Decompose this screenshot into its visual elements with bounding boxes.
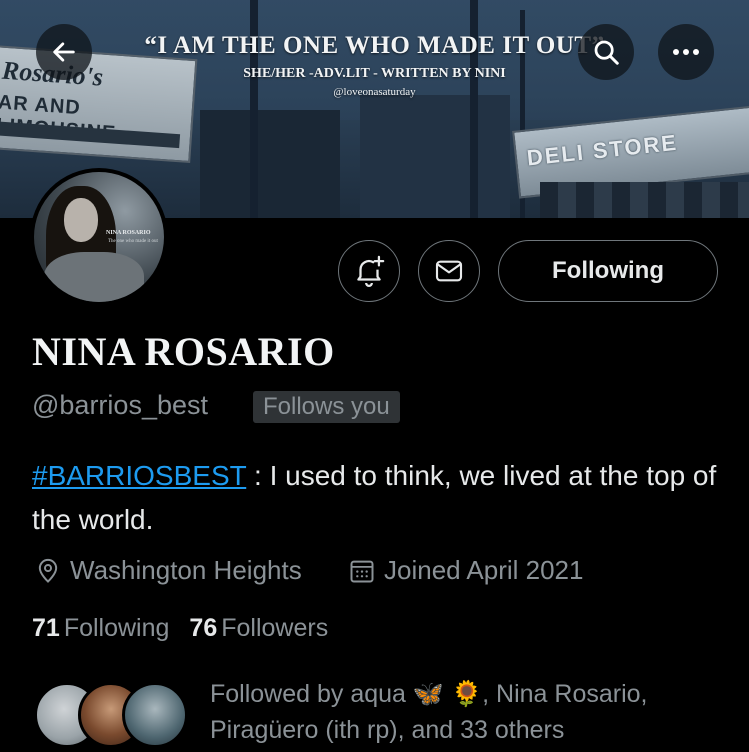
joined-text: Joined April 2021 <box>384 555 584 585</box>
banner-subtitle: SHE/HER -ADV.LIT - WRITTEN BY NINI <box>243 66 506 81</box>
avatar-face <box>64 198 98 242</box>
profile-location: Washington Heights <box>34 555 302 586</box>
butterfly-emoji-icon: 🦋 <box>412 680 445 708</box>
envelope-icon <box>435 260 463 282</box>
avatar-caption-sub: The one who made it out <box>108 239 158 244</box>
avatar-body <box>44 252 144 302</box>
banner-building <box>360 95 510 218</box>
avatar-image: NINA ROSARIO The one who made it out <box>34 172 164 302</box>
avatar-caption: NINA ROSARIO <box>106 230 151 236</box>
calendar-icon <box>350 560 374 582</box>
location-pin-icon <box>38 558 58 583</box>
profile-bio: #BARRIOSBEST : I used to think, we lived… <box>32 454 732 542</box>
following-button[interactable]: Following <box>498 240 718 302</box>
followed-by-text[interactable]: Followed by aqua 🦋 🌻, Nina Rosario, Pira… <box>210 676 730 748</box>
mutual-avatar <box>122 682 188 748</box>
banner-sign-left: Rosario's AR AND LIMOUSINE <box>0 45 198 163</box>
sign-right-text: DELI STORE <box>525 129 680 171</box>
arrow-left-icon <box>53 42 75 62</box>
followed-by-prefix: Followed by aqua <box>210 680 413 708</box>
profile-avatar[interactable]: NINA ROSARIO The one who made it out <box>30 168 168 306</box>
message-button[interactable] <box>418 240 480 302</box>
banner-credit: @loveonasaturday <box>333 86 416 98</box>
following-stat-link[interactable]: 71 Following <box>32 614 169 643</box>
back-button[interactable] <box>36 24 92 80</box>
following-label: Following <box>63 614 170 642</box>
search-icon <box>594 40 619 65</box>
follows-you-badge: Follows you <box>253 391 400 423</box>
more-dots-icon <box>673 49 699 55</box>
bell-plus-icon <box>357 255 385 287</box>
notifications-button[interactable] <box>338 240 400 302</box>
following-count: 71 <box>32 614 60 642</box>
banner-awning <box>540 182 749 218</box>
sunflower-emoji-icon: 🌻 <box>451 680 483 708</box>
banner-title: “I AM THE ONE WHO MADE IT OUT” <box>144 32 605 59</box>
location-text: Washington Heights <box>70 555 302 585</box>
search-button[interactable] <box>578 24 634 80</box>
profile-handle: @barrios_best <box>32 390 208 420</box>
profile-stats: 71 Following 76 Followers <box>32 614 328 643</box>
profile-name: NINA ROSARIO <box>32 329 335 374</box>
more-options-button[interactable] <box>658 24 714 80</box>
followers-stat-link[interactable]: 76 Followers <box>189 614 328 643</box>
banner-building <box>200 110 340 218</box>
followers-count: 76 <box>189 614 218 642</box>
followed-by-avatars[interactable] <box>34 682 194 752</box>
followers-label: Followers <box>221 614 329 642</box>
bio-hashtag-link[interactable]: #BARRIOSBEST <box>32 460 246 491</box>
profile-joined: Joined April 2021 <box>348 555 583 586</box>
